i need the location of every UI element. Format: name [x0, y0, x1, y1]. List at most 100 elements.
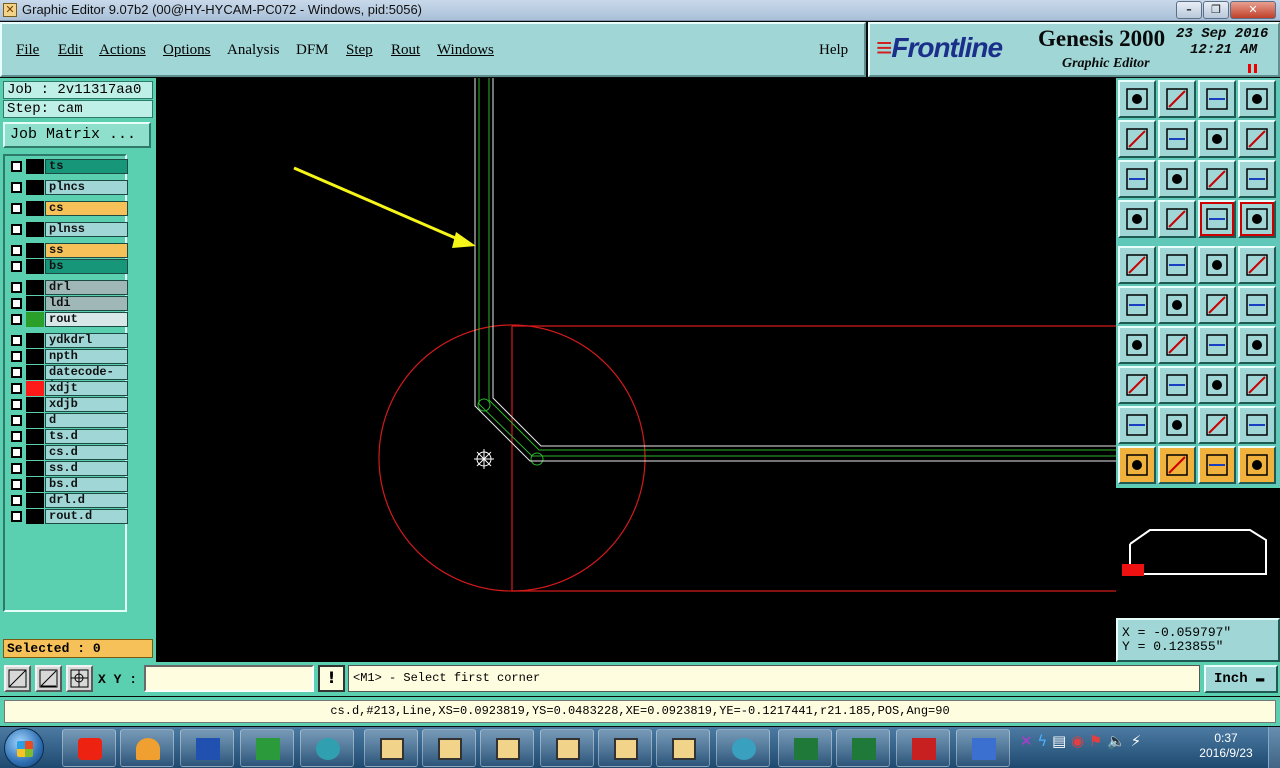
taskbar-clock[interactable]: 0:37 2016/9/23	[1196, 731, 1256, 761]
layer-row-datecode-ts[interactable]: datecode-ts	[8, 365, 128, 392]
layer-checkbox[interactable]	[11, 245, 22, 256]
close-button[interactable]: ✕	[1230, 1, 1276, 19]
rect-tool-button[interactable]	[1158, 246, 1196, 284]
layer-name[interactable]: ydkdrl	[45, 333, 128, 348]
layer-color-swatch[interactable]	[26, 397, 44, 412]
layer-color-swatch[interactable]	[26, 180, 44, 195]
layer-checkbox[interactable]	[11, 383, 22, 394]
taskbar-genesis-1[interactable]	[364, 729, 418, 767]
tray-security-icon[interactable]: ◉	[1071, 732, 1084, 750]
taskbar-genesis-2[interactable]	[422, 729, 476, 767]
layer-row-plncs[interactable]: plncs	[8, 180, 128, 195]
layer-row-xdjb[interactable]: xdjb	[8, 397, 128, 412]
layer-row-plnss[interactable]: plnss	[8, 222, 128, 237]
snap-angle-button[interactable]	[35, 665, 62, 692]
layer-row-drl[interactable]: drl	[8, 280, 128, 295]
layer-name[interactable]: ss.d	[45, 461, 128, 476]
layer-checkbox[interactable]	[11, 495, 22, 506]
layer-row-ts[interactable]: ts	[8, 159, 128, 174]
layer-name[interactable]: xdjt	[45, 381, 128, 396]
layer-name[interactable]: d	[45, 413, 128, 428]
layer-checkbox[interactable]	[11, 463, 22, 474]
layer-checkbox[interactable]	[11, 367, 22, 378]
start-button[interactable]	[4, 728, 44, 768]
layer-color-swatch[interactable]	[26, 333, 44, 348]
layer-name[interactable]: drl	[45, 280, 128, 295]
angle-a-tool-button[interactable]	[1158, 406, 1196, 444]
layer-checkbox[interactable]	[11, 298, 22, 309]
pad-tool-button[interactable]	[1118, 246, 1156, 284]
layer-name[interactable]: bs	[45, 259, 128, 274]
slash-tool-button[interactable]	[1158, 326, 1196, 364]
layer-row-ldi[interactable]: ldi	[8, 296, 128, 311]
layer-name[interactable]: bs.d	[45, 477, 128, 492]
layer-name[interactable]: rout	[45, 312, 128, 327]
drawing-surface[interactable]	[156, 78, 1116, 662]
taskbar-pdf[interactable]	[896, 729, 950, 767]
tray-flash-icon[interactable]: ϟ	[1037, 732, 1047, 750]
layer-name[interactable]: rout.d	[45, 509, 128, 524]
menu-analysis[interactable]: Analysis	[227, 42, 280, 59]
fit-tool-button[interactable]	[1118, 160, 1156, 198]
layer-color-swatch[interactable]	[26, 429, 44, 444]
layer-color-swatch[interactable]	[26, 280, 44, 295]
taskbar-app-4[interactable]	[240, 729, 294, 767]
layer-checkbox[interactable]	[11, 447, 22, 458]
menu-rout[interactable]: Rout	[391, 42, 420, 59]
layer-color-swatch[interactable]	[26, 461, 44, 476]
layer-color-swatch[interactable]	[26, 477, 44, 492]
layer-row-drl-d[interactable]: drl.d	[8, 493, 128, 508]
layer-name[interactable]: drl.d	[45, 493, 128, 508]
job-matrix-button[interactable]: Job Matrix ...	[3, 122, 151, 148]
select-b-tool-button[interactable]	[1158, 446, 1196, 484]
taskbar-genesis-5[interactable]	[598, 729, 652, 767]
layer-color-swatch[interactable]	[26, 413, 44, 428]
snap-diagonal-button[interactable]	[4, 665, 31, 692]
layer-name[interactable]: cs	[45, 201, 128, 216]
select-c-tool-button[interactable]	[1198, 446, 1236, 484]
menu-windows[interactable]: Windows	[437, 42, 494, 59]
shapes-tool-button[interactable]	[1238, 366, 1276, 404]
layer-name[interactable]: plnss	[45, 222, 128, 237]
taskbar-app-1[interactable]	[62, 729, 116, 767]
layer-checkbox[interactable]	[11, 203, 22, 214]
center-tool-button[interactable]	[1158, 160, 1196, 198]
layer-checkbox[interactable]	[11, 399, 22, 410]
layer-checkbox[interactable]	[11, 415, 22, 426]
layer-name[interactable]: ldi	[45, 296, 128, 311]
point-tool-button[interactable]	[1238, 286, 1276, 324]
tray-flag-icon[interactable]: ⚑	[1089, 732, 1102, 750]
gap-tool-button[interactable]	[1198, 366, 1236, 404]
layer-checkbox[interactable]	[11, 282, 22, 293]
layer-row-ss-d[interactable]: ss.d	[8, 461, 128, 476]
layer-checkbox[interactable]	[11, 511, 22, 522]
taskbar-genesis-3[interactable]	[480, 729, 534, 767]
tray-power-icon[interactable]: ⚡	[1131, 732, 1142, 750]
net-tool-button[interactable]	[1198, 200, 1236, 238]
layer-name[interactable]: plncs	[45, 180, 128, 195]
layer-checkbox[interactable]	[11, 224, 22, 235]
layer-row-cs-d[interactable]: cs.d	[8, 445, 128, 460]
layer-color-swatch[interactable]	[26, 509, 44, 524]
save-tool-button[interactable]	[1158, 80, 1196, 118]
mirror-tool-button[interactable]	[1238, 326, 1276, 364]
minus-tool-button[interactable]	[1158, 366, 1196, 404]
layer-row-rout[interactable]: rout	[8, 312, 128, 327]
redo-tool-button[interactable]	[1238, 120, 1276, 158]
layer-row-ydkdrl[interactable]: ydkdrl	[8, 333, 128, 348]
dot-tool-button[interactable]	[1198, 286, 1236, 324]
select-tool-button[interactable]	[1118, 446, 1156, 484]
minimize-button[interactable]: –	[1176, 1, 1202, 19]
layer-color-swatch[interactable]	[26, 365, 44, 380]
undo-tool-button[interactable]	[1198, 120, 1236, 158]
layer-row-bs[interactable]: bs	[8, 259, 128, 274]
taskbar-excel-1[interactable]	[778, 729, 832, 767]
taskbar-app-6[interactable]	[716, 729, 770, 767]
layer-color-swatch[interactable]	[26, 493, 44, 508]
triangle-tool-button[interactable]	[1118, 406, 1156, 444]
move-tool-button[interactable]	[1118, 366, 1156, 404]
taskbar-genesis-4[interactable]	[540, 729, 594, 767]
grid-snap-button[interactable]	[66, 665, 93, 692]
layer-row-rout-d[interactable]: rout.d	[8, 509, 128, 524]
zoom-out-tool-button[interactable]	[1158, 120, 1196, 158]
